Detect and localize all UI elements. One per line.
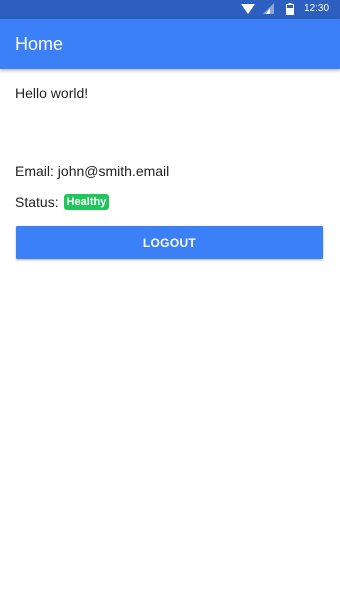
status-label: Status: — [15, 194, 59, 210]
status-bar: 12:30 — [0, 0, 340, 19]
status-badge: Healthy — [63, 194, 110, 210]
email-value: john@smith.email — [57, 163, 170, 179]
email-row: Email: john@smith.email — [15, 162, 169, 180]
greeting-text: Hello world! — [15, 85, 89, 101]
status-row: Status: Healthy — [15, 193, 110, 211]
battery-icon — [286, 3, 294, 15]
app-bar: Home — [0, 19, 340, 69]
wifi-icon — [241, 4, 255, 14]
signal-icon — [263, 3, 274, 14]
page-title: Home — [15, 34, 64, 54]
status-time: 12:30 — [304, 3, 330, 14]
logout-button[interactable]: LOGOUT — [16, 226, 323, 259]
email-label: Email: — [15, 163, 54, 179]
phone-screen: 12:30 Home Hello world! Email: john@smit… — [0, 0, 340, 606]
